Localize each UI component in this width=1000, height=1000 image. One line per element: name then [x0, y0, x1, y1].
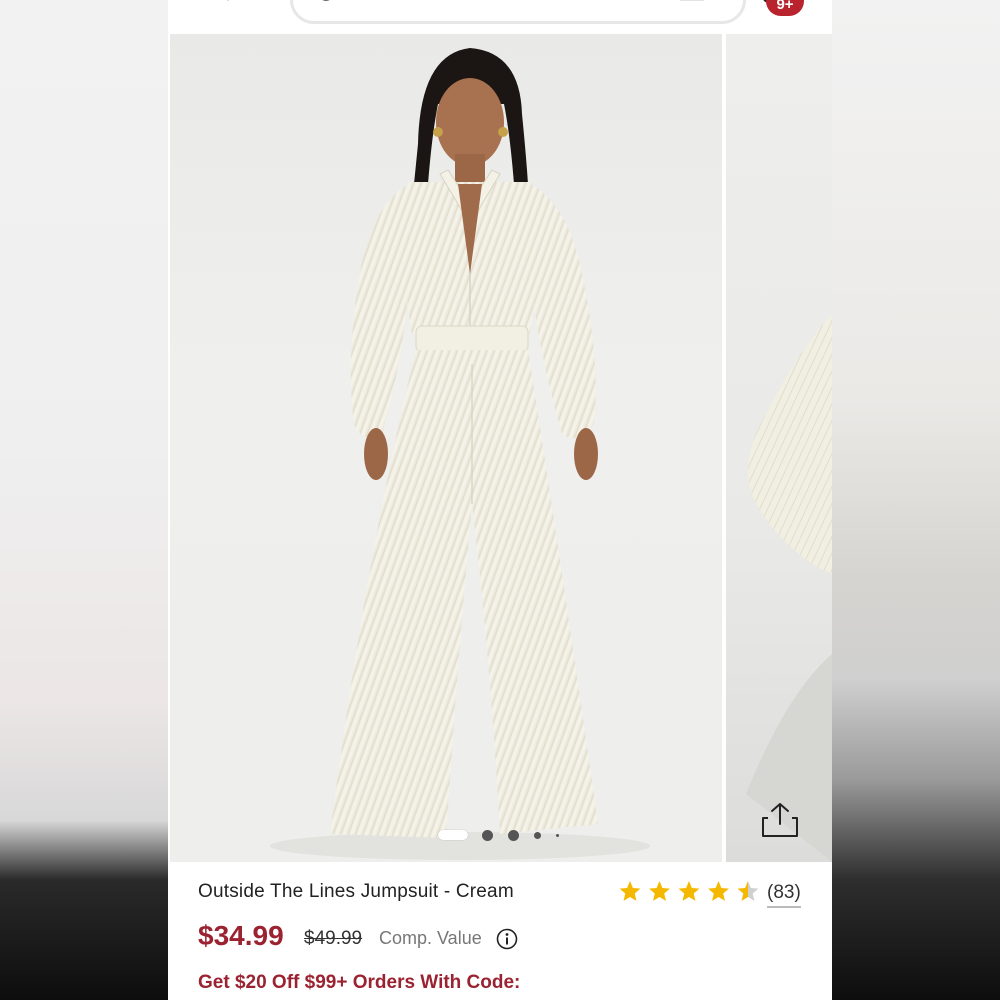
star-icon: [649, 881, 670, 901]
top-bar: 9+: [168, 0, 832, 32]
pagination-dot-active[interactable]: [438, 830, 468, 840]
blurred-backdrop-left: [0, 0, 168, 1000]
share-icon[interactable]: [760, 800, 800, 840]
star-icon: [678, 881, 700, 901]
review-count-link[interactable]: (83): [767, 882, 801, 908]
product-photo-next[interactable]: [726, 34, 832, 862]
star-icon: [737, 881, 759, 901]
back-chevron-icon[interactable]: [220, 0, 236, 8]
comp-value-label: Comp. Value: [379, 928, 482, 948]
info-icon[interactable]: [496, 928, 518, 950]
model-illustration: [270, 48, 650, 860]
cart-count-badge: 9+: [766, 0, 804, 16]
original-price: $49.99: [304, 928, 363, 949]
rating-stars[interactable]: [618, 878, 768, 904]
product-image-carousel[interactable]: [168, 32, 832, 862]
app-screen: 9+ Outside The Lines Jumpsuit - Cream (8…: [168, 0, 832, 1000]
carousel-pagination[interactable]: [438, 827, 568, 841]
camera-scan-icon[interactable]: [676, 0, 712, 6]
pagination-dot[interactable]: [508, 830, 519, 841]
pagination-dot[interactable]: [534, 832, 541, 839]
product-title: Outside The Lines Jumpsuit - Cream: [198, 881, 514, 902]
promo-banner: Get $20 Off $99+ Orders With Code:: [198, 972, 521, 993]
sale-price: $34.99: [198, 920, 284, 951]
blurred-backdrop-right: [832, 0, 1000, 1000]
next-photo-preview: [746, 314, 832, 862]
product-photo-main[interactable]: [170, 34, 722, 862]
star-icon: [619, 881, 641, 901]
pagination-dot[interactable]: [556, 834, 559, 837]
pagination-dot[interactable]: [482, 830, 493, 841]
star-icon: [708, 881, 729, 901]
search-icon: [322, 0, 330, 1]
